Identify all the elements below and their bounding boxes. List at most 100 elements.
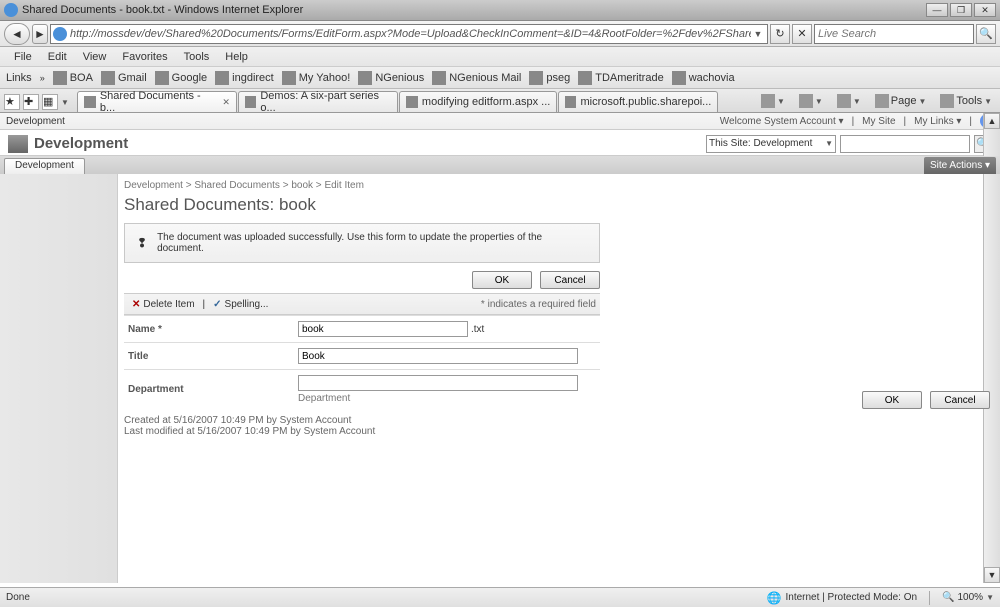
globe-icon: 🌐 [767, 591, 782, 605]
mylinks-menu[interactable]: My Links ▾ [914, 116, 961, 127]
links-toolbar: Links » BOA Gmail Google ingdirect My Ya… [0, 67, 1000, 89]
tab-shared-documents[interactable]: Shared Documents - b...✕ [77, 91, 237, 112]
site-name[interactable]: Development [34, 135, 128, 152]
add-favorites-icon[interactable]: ✚ [23, 94, 39, 110]
address-dropdown[interactable]: ▼ [751, 29, 765, 39]
menu-edit[interactable]: Edit [40, 49, 75, 65]
address-input[interactable] [70, 28, 751, 40]
menu-tools[interactable]: Tools [176, 49, 218, 65]
mysite-link[interactable]: My Site [862, 116, 895, 127]
tab-demos[interactable]: Demos: A six-part series o... [238, 91, 398, 112]
links-chevron-icon[interactable]: » [40, 73, 45, 83]
name-input[interactable] [298, 321, 468, 337]
stop-button[interactable]: ✕ [792, 24, 812, 44]
scroll-down-icon[interactable]: ▼ [984, 567, 1000, 583]
title-input[interactable] [298, 348, 578, 364]
bc-shared-docs[interactable]: Shared Documents [194, 180, 280, 191]
yahoo-favicon-icon [282, 71, 296, 85]
search-input[interactable] [818, 28, 970, 40]
google-favicon-icon [155, 71, 169, 85]
search-go-button[interactable]: 🔍 [976, 24, 996, 44]
page-content: ▲ ▼ Development Welcome System Account ▾… [0, 113, 1000, 583]
maximize-button[interactable]: ❐ [950, 3, 972, 17]
created-by-link[interactable]: System Account [280, 415, 352, 426]
quick-tabs-icon[interactable]: ▦ [42, 94, 58, 110]
menu-file[interactable]: File [6, 49, 40, 65]
bc-development[interactable]: Development [124, 180, 183, 191]
tools-menu[interactable]: Tools▼ [936, 92, 996, 110]
favicon-icon [53, 27, 67, 41]
cancel-button-top[interactable]: Cancel [540, 271, 600, 289]
boa-favicon-icon [53, 71, 67, 85]
item-metadata: Created at 5/16/2007 10:49 PM by System … [124, 409, 600, 437]
link-tdameritrade[interactable]: TDAmeritrade [578, 71, 663, 85]
td-favicon-icon [578, 71, 592, 85]
back-button[interactable]: ◄ [4, 23, 30, 45]
zoom-icon: 🔍 [942, 592, 954, 603]
menu-help[interactable]: Help [217, 49, 256, 65]
info-icon: ❢ [137, 236, 147, 250]
close-button[interactable]: ✕ [974, 3, 996, 17]
zoom-dropdown-icon[interactable]: ▼ [986, 593, 994, 602]
nav-tab-development[interactable]: Development [4, 158, 85, 174]
link-ingdirect[interactable]: ingdirect [215, 71, 274, 85]
tab-microsoft[interactable]: microsoft.public.sharepoi... [558, 91, 718, 112]
address-field-wrap[interactable]: ▼ [50, 24, 768, 44]
refresh-button[interactable]: ↻ [770, 24, 790, 44]
menu-view[interactable]: View [75, 49, 115, 65]
quick-tabs-dropdown[interactable]: ▼ [61, 98, 69, 107]
bc-book[interactable]: book [291, 180, 313, 191]
link-google[interactable]: Google [155, 71, 207, 85]
spelling-button[interactable]: ✓Spelling... [209, 298, 272, 311]
tab4-favicon-icon [565, 96, 576, 108]
tab-close-icon[interactable]: ✕ [222, 97, 230, 108]
ok-button-bottom[interactable]: OK [862, 391, 922, 409]
forward-button[interactable]: ► [32, 24, 48, 44]
ie-icon [4, 3, 18, 17]
link-gmail[interactable]: Gmail [101, 71, 147, 85]
link-myyahoo[interactable]: My Yahoo! [282, 71, 351, 85]
search-scope-dropdown[interactable]: This Site: Development▼ [706, 135, 836, 153]
top-nav: Development Site Actions ▾ [0, 156, 1000, 174]
site-search-input[interactable] [840, 135, 970, 153]
wachovia-favicon-icon [672, 71, 686, 85]
minimize-button[interactable]: — [926, 3, 948, 17]
browser-search[interactable] [814, 24, 974, 44]
ok-button-top[interactable]: OK [472, 271, 532, 289]
delete-icon: ✕ [132, 299, 140, 310]
department-input[interactable] [298, 375, 578, 391]
global-breadcrumb[interactable]: Development [6, 116, 65, 127]
delete-item-button[interactable]: ✕Delete Item [128, 298, 199, 311]
home-button[interactable]: ▼ [757, 92, 789, 110]
tab-modifying[interactable]: modifying editform.aspx ... [399, 91, 557, 112]
link-boa[interactable]: BOA [53, 71, 93, 85]
favorites-center-icon[interactable]: ★ [4, 94, 20, 110]
link-wachovia[interactable]: wachovia [672, 71, 735, 85]
menu-bar: File Edit View Favorites Tools Help [0, 47, 1000, 67]
ngenious-favicon-icon [358, 71, 372, 85]
menu-favorites[interactable]: Favorites [114, 49, 175, 65]
link-ngenious[interactable]: NGenious [358, 71, 424, 85]
link-pseg[interactable]: pseg [529, 71, 570, 85]
modified-by-link[interactable]: System Account [304, 426, 376, 437]
tab1-favicon-icon [84, 96, 96, 108]
page-title: Shared Documents: book [124, 193, 990, 223]
security-zone[interactable]: 🌐 Internet | Protected Mode: On [767, 591, 918, 605]
department-label: Department [124, 370, 294, 410]
welcome-menu[interactable]: Welcome System Account ▾ [720, 116, 844, 127]
print-button[interactable]: ▼ [833, 92, 865, 110]
scroll-up-icon[interactable]: ▲ [984, 113, 1000, 129]
site-logo-icon [8, 135, 28, 153]
feeds-button[interactable]: ▼ [795, 92, 827, 110]
ingdirect-favicon-icon [215, 71, 229, 85]
scrollbar[interactable]: ▲ ▼ [983, 113, 1000, 583]
link-ngeniousmail[interactable]: NGenious Mail [432, 71, 521, 85]
gmail-favicon-icon [101, 71, 115, 85]
site-actions-menu[interactable]: Site Actions ▾ [924, 157, 996, 174]
upload-success-message: ❢ The document was uploaded successfully… [124, 223, 600, 263]
zoom-control[interactable]: 🔍 100% ▼ [942, 592, 994, 603]
message-text: The document was uploaded successfully. … [157, 232, 587, 254]
cancel-button-bottom[interactable]: Cancel [930, 391, 990, 409]
address-bar: ◄ ► ▼ ↻ ✕ 🔍 [0, 21, 1000, 47]
page-menu[interactable]: Page▼ [871, 92, 931, 110]
